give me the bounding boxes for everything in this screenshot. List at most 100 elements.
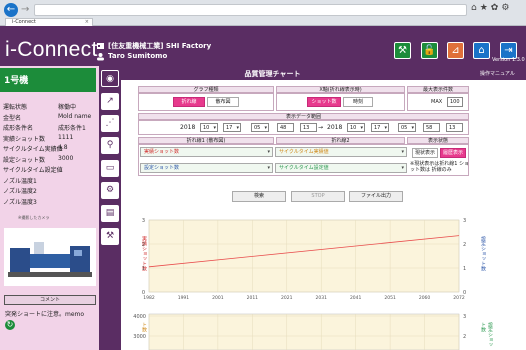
machine-info-row: ノズル温度2 — [3, 186, 37, 195]
line-graph-button[interactable]: 折れ線 — [173, 97, 205, 107]
x-tick-label: 2021 — [281, 295, 293, 301]
address-bar[interactable] — [34, 4, 467, 16]
company-name: [住友重機械工業] SHI Factory — [108, 42, 212, 50]
forward-icon[interactable]: → — [21, 4, 29, 15]
machine-list-icon[interactable]: ▤ — [101, 205, 119, 222]
plot-area — [148, 219, 460, 293]
to-month-select[interactable]: 10 — [347, 123, 365, 132]
machine-info-row: サイクルタイム実績値 4.8 — [3, 144, 68, 153]
y-right-tick-label: 3 — [463, 218, 466, 224]
machine-info-row: 実績ショット数 1111 — [3, 134, 73, 143]
to-min-input[interactable]: 58 — [423, 123, 440, 132]
x-tick-label: 2041 — [350, 295, 362, 301]
export-button[interactable]: ファイル出力 — [349, 191, 403, 202]
machine-icon[interactable]: ⚒ — [394, 42, 411, 59]
search-icon[interactable]: ⚲ — [101, 137, 119, 154]
info-value: Mold name — [58, 112, 92, 120]
x-tick-label: 1991 — [178, 295, 190, 301]
info-label: サイクルタイム設定値 — [3, 167, 63, 174]
stop-button[interactable]: STOP — [291, 191, 345, 202]
eye-icon[interactable]: ◉ — [101, 70, 119, 87]
y-right-tick-label: 1 — [463, 266, 466, 272]
lock-icon[interactable]: 🔓 — [421, 42, 438, 59]
from-year[interactable]: 2018 — [180, 124, 195, 132]
x-tick-label: 2001 — [212, 295, 224, 301]
user-name: Taro Sumitomo — [108, 52, 168, 60]
x-axis-header: X軸(折れ線表示時) — [276, 86, 405, 93]
from-sec-input[interactable]: 13 — [300, 123, 317, 132]
info-value: 稼働中 — [58, 104, 77, 111]
trend-chart-icon[interactable]: ⋰ — [101, 115, 119, 132]
refresh-icon[interactable]: ↻ — [5, 320, 15, 330]
info-value: 4.8 — [58, 144, 68, 151]
y-left-tick-label: 0 — [142, 290, 145, 296]
y2-left-tick-label: 4000 — [133, 314, 146, 320]
max-count-header: 最大表示件数 — [407, 86, 469, 93]
tab-title: i-Connect — [12, 19, 36, 25]
history-view-button[interactable]: 履歴表示 — [440, 148, 466, 158]
page-titlebar: 品質管理チャート 操作マニュアル — [121, 66, 526, 80]
y-right-tick-label: 0 — [463, 290, 466, 296]
browser-toolbar: ← → ⌂★✿⚙ i-Connect × — [0, 0, 526, 26]
from-month-select[interactable]: 10 — [200, 123, 218, 132]
monitor-icon[interactable]: ▭ — [101, 160, 119, 177]
range-header: 表示データ範囲 — [138, 113, 469, 120]
info-value: 成形条件1 — [58, 125, 86, 132]
factory-icon — [97, 43, 104, 49]
machine-info-row: ノズル温度1 — [3, 176, 37, 185]
chart-icon[interactable]: ⊿ — [447, 42, 464, 59]
line2-series1-select[interactable]: サイクルタイム実績値 — [275, 147, 407, 157]
state-note: ※現状表示は折れ線1 ショット数は 折線のみ — [410, 161, 469, 173]
max-count-input[interactable]: 100 — [447, 97, 463, 107]
to-hour-select[interactable]: 05 — [398, 123, 416, 132]
graph-type-box — [138, 93, 274, 111]
machine-info-row: 成形条件名 成形条件1 — [3, 123, 86, 132]
line1-series1-select[interactable]: 実績ショット数 — [140, 147, 273, 157]
page-title: 品質管理チャート — [244, 70, 301, 78]
y2-right-tick-label: 2 — [463, 334, 466, 340]
graph-type-header: グラフ種類 — [138, 86, 274, 93]
machine-info-row: 設定ショット数 3000 — [3, 155, 73, 164]
logo: i-Connect — [5, 38, 98, 61]
machine-info-row: サイクルタイム設定値 — [3, 165, 63, 174]
y-left-tick-label: 1 — [142, 266, 145, 272]
time-button[interactable]: 時刻 — [343, 97, 373, 107]
x-tick-label: 1982 — [143, 295, 155, 301]
browser-icons[interactable]: ⌂★✿⚙ — [471, 3, 512, 13]
from-min-input[interactable]: 48 — [277, 123, 294, 132]
to-sec-input[interactable]: 13 — [446, 123, 463, 132]
line2-header: 折れ線2 — [276, 137, 405, 144]
search-button[interactable]: 検索 — [232, 191, 286, 202]
to-day-select[interactable]: 17 — [371, 123, 389, 132]
line2-series2-select[interactable]: サイクルタイム設定値 — [275, 163, 407, 173]
quality-chart-2: 4000 3 3000 2 — [133, 313, 466, 350]
info-label: 成形条件名 — [3, 125, 34, 132]
to-year[interactable]: 2018 — [327, 124, 342, 132]
user-icon — [97, 53, 104, 61]
shot-count-button[interactable]: ショット数 — [307, 97, 341, 107]
quality-chart: 1982 1991 2001 2011 2021 2031 2041 2051 2060 2072… — [142, 218, 466, 301]
y2-right-tick-label: 3 — [463, 314, 466, 320]
manual-link[interactable]: 操作マニュアル — [480, 70, 515, 77]
info-label: ノズル温度1 — [3, 177, 37, 185]
machine-title: 1号機 — [0, 68, 96, 92]
info-label: ノズル温度2 — [3, 188, 37, 195]
settings-icon[interactable]: ⚙ — [101, 182, 119, 199]
tools-icon[interactable]: ⚒ — [101, 228, 119, 245]
from-day-select[interactable]: 17 — [223, 123, 241, 132]
current-view-button[interactable]: 現状表示 — [412, 148, 438, 158]
line1-header: 折れ線1 (散布図) — [138, 137, 274, 144]
line-chart-icon[interactable]: ↗ — [101, 93, 119, 110]
close-icon[interactable]: × — [85, 19, 89, 26]
x-tick-label: 2060 — [419, 295, 431, 301]
line1-series2-select[interactable]: 設定ショット数 — [140, 163, 273, 173]
browser-tab[interactable]: i-Connect × — [5, 18, 93, 26]
scatter-button[interactable]: 散布図 — [207, 97, 239, 107]
y-right-tick-label: 2 — [463, 242, 466, 248]
back-icon[interactable]: ← — [4, 3, 18, 17]
plot-area-2 — [148, 313, 460, 350]
x-tick-label: 2031 — [315, 295, 327, 301]
home-icon[interactable]: ⌂ — [473, 42, 490, 59]
from-hour-select[interactable]: 05 — [251, 123, 269, 132]
version-label: Version 1.3.0 — [492, 57, 525, 63]
